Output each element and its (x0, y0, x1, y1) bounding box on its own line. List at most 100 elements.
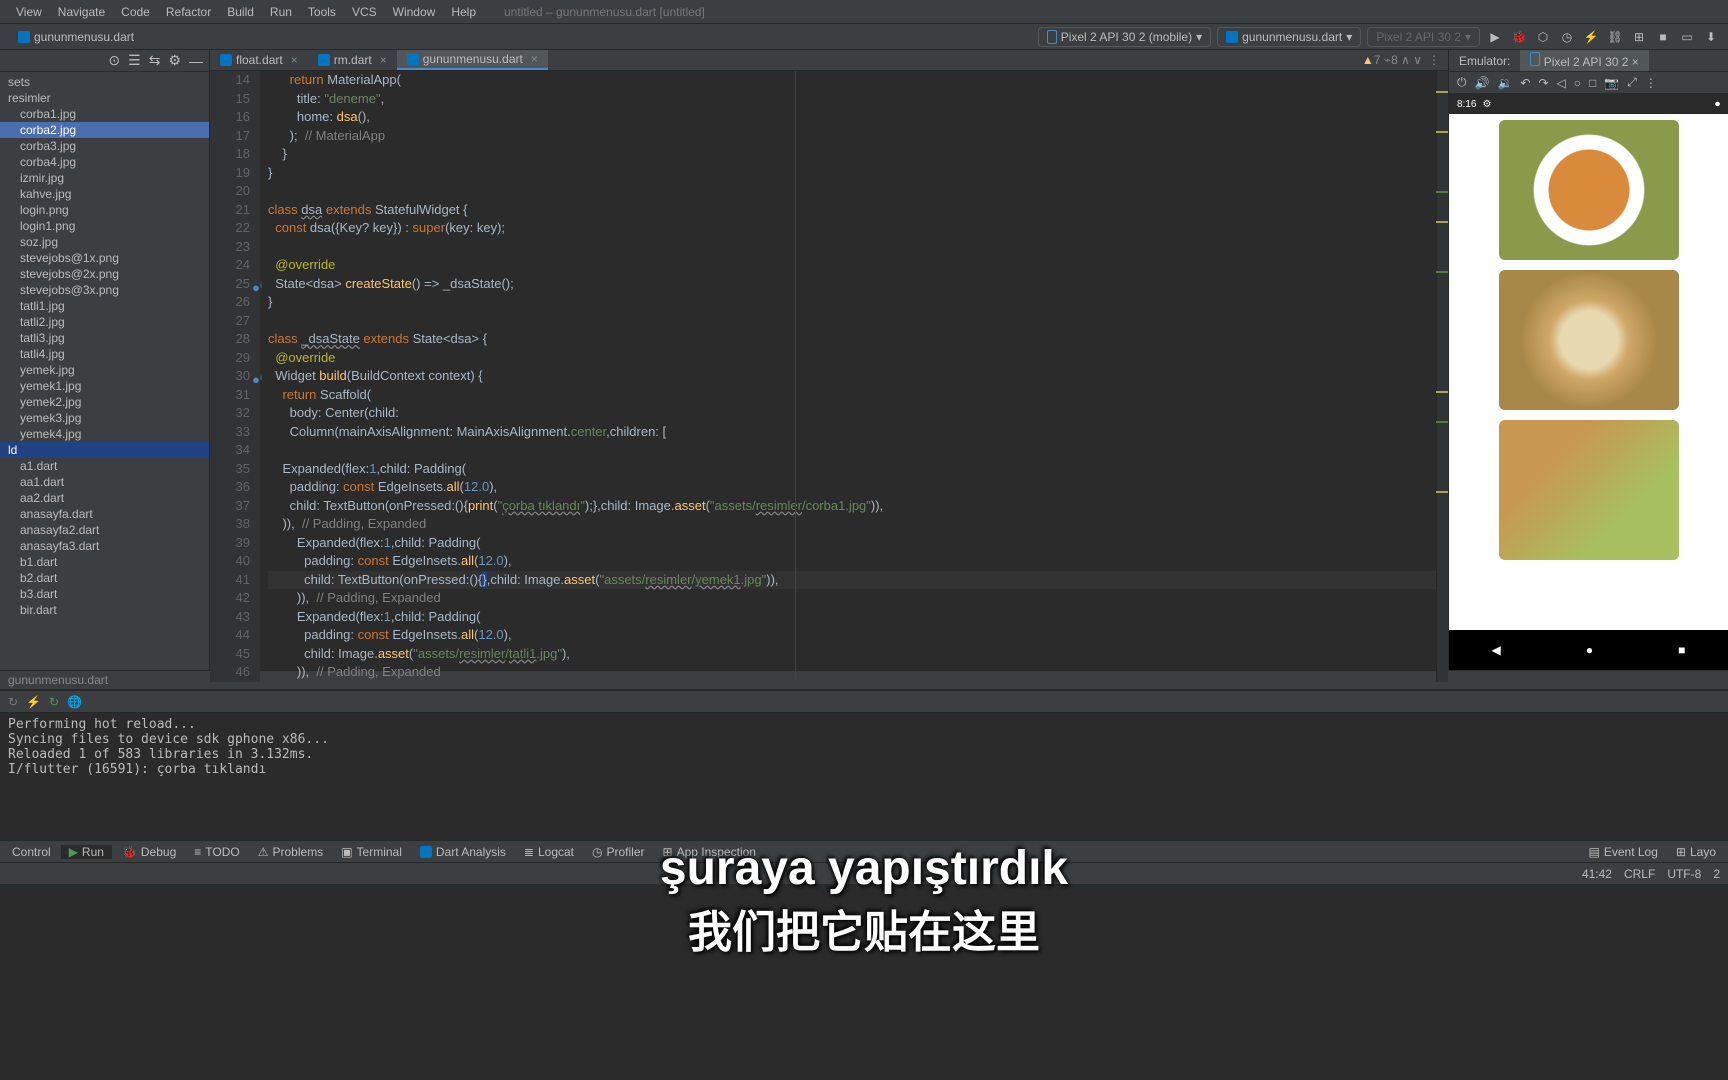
tab-terminal[interactable]: ▣Terminal (333, 845, 410, 859)
expand-icon[interactable]: ☰ (128, 52, 141, 69)
tree-file[interactable]: login1.png (0, 218, 209, 234)
zoom-icon[interactable]: ⤢ (1627, 75, 1637, 90)
android-home-icon[interactable]: ● (1586, 643, 1593, 657)
tree-file[interactable]: b1.dart (0, 554, 209, 570)
profile-icon[interactable]: ◷ (1558, 28, 1576, 46)
tree-file[interactable]: stevejobs@1x.png (0, 250, 209, 266)
tree-file[interactable]: anasayfa.dart (0, 506, 209, 522)
breadcrumb[interactable]: gununmenusu.dart (8, 673, 108, 687)
back-icon[interactable]: ◁ (1557, 76, 1566, 90)
collapse-icon[interactable]: ⇆ (149, 52, 161, 69)
tab-run[interactable]: ▶Run (61, 845, 112, 859)
screenshot-icon[interactable]: 📷 (1604, 76, 1619, 90)
tree-file[interactable]: login.png (0, 202, 209, 218)
stop-icon[interactable]: ■ (1654, 28, 1672, 46)
error-stripe[interactable] (1436, 71, 1448, 682)
indent[interactable]: 2 (1713, 867, 1720, 881)
sdk-icon[interactable]: ⬇ (1702, 28, 1720, 46)
tree-file[interactable]: bir.dart (0, 602, 209, 618)
tree-file[interactable]: yemek2.jpg (0, 394, 209, 410)
menu-view[interactable]: View (8, 5, 50, 19)
tree-file[interactable]: tatli4.jpg (0, 346, 209, 362)
restart-icon[interactable]: ↻ (8, 695, 18, 709)
device-screen[interactable] (1449, 114, 1728, 630)
flutter-inspector-icon[interactable]: ⊞ (1630, 28, 1648, 46)
menu-help[interactable]: Help (443, 5, 484, 19)
editor-body[interactable]: 141516171819202122232425●ⁱ2627282930●ⁱ31… (210, 71, 1448, 682)
tree-file[interactable]: stevejobs@3x.png (0, 282, 209, 298)
coverage-icon[interactable]: ⬡ (1534, 28, 1552, 46)
tree-file[interactable]: tatli2.jpg (0, 314, 209, 330)
tab-profiler[interactable]: ◷Profiler (584, 845, 653, 859)
file-encoding[interactable]: UTF-8 (1667, 867, 1701, 881)
tab-dart-analysis[interactable]: Dart Analysis (412, 845, 514, 859)
tab-event-log[interactable]: ▤Event Log (1581, 845, 1666, 859)
tree-folder[interactable]: ld (0, 442, 209, 458)
tree-file[interactable]: b3.dart (0, 586, 209, 602)
android-overview-icon[interactable]: ■ (1678, 643, 1685, 657)
debug-icon[interactable]: 🐞 (1510, 28, 1528, 46)
close-icon[interactable]: × (291, 53, 298, 67)
tree-file[interactable]: yemek3.jpg (0, 410, 209, 426)
tree-file[interactable]: corba1.jpg (0, 106, 209, 122)
close-icon[interactable]: × (531, 52, 538, 66)
tree-file[interactable]: yemek1.jpg (0, 378, 209, 394)
avd-icon[interactable]: ▭ (1678, 28, 1696, 46)
home-icon[interactable]: ○ (1574, 76, 1581, 90)
tatli-image[interactable] (1499, 420, 1679, 560)
run-console[interactable]: Performing hot reload... Syncing files t… (0, 713, 1728, 840)
tab-logcat[interactable]: ≣Logcat (516, 845, 582, 859)
volume-down-icon[interactable]: 🔉 (1497, 76, 1512, 90)
menu-window[interactable]: Window (385, 5, 444, 19)
tab-todo[interactable]: ≡TODO (186, 845, 247, 859)
menu-vcs[interactable]: VCS (344, 5, 385, 19)
code-area[interactable]: return MaterialApp( title: "deneme", hom… (260, 71, 1448, 682)
tree-folder[interactable]: resimler (0, 90, 209, 106)
tree-file[interactable]: yemek.jpg (0, 362, 209, 378)
line-separator[interactable]: CRLF (1624, 867, 1655, 881)
device-selector[interactable]: Pixel 2 API 30 2 (mobile) ▾ (1038, 27, 1211, 47)
tree-file[interactable]: yemek4.jpg (0, 426, 209, 442)
menu-tools[interactable]: Tools (300, 5, 344, 19)
tree-folder[interactable]: sets (0, 74, 209, 90)
hot-reload-icon[interactable]: ⚡ (1582, 28, 1600, 46)
open-devtools-icon[interactable]: 🌐 (67, 695, 82, 709)
tree-file[interactable]: corba4.jpg (0, 154, 209, 170)
target-selector[interactable]: Pixel 2 API 30 2 ▾ (1367, 27, 1480, 47)
tab-float[interactable]: float.dart× (210, 51, 308, 69)
menu-build[interactable]: Build (219, 5, 262, 19)
tree-file[interactable]: tatli3.jpg (0, 330, 209, 346)
run-config-selector[interactable]: gununmenusu.dart ▾ (1217, 27, 1361, 47)
menu-code[interactable]: Code (113, 5, 158, 19)
gutter[interactable]: 141516171819202122232425●ⁱ2627282930●ⁱ31… (210, 71, 260, 682)
inspections-widget[interactable]: ▲7 ⌁8 ∧ ∨ (1362, 53, 1422, 67)
corba-image[interactable] (1499, 120, 1679, 260)
tree-file[interactable]: a1.dart (0, 458, 209, 474)
volume-up-icon[interactable]: 🔊 (1475, 76, 1490, 90)
tree-file[interactable]: izmir.jpg (0, 170, 209, 186)
rotate-left-icon[interactable]: ↶ (1520, 76, 1530, 90)
select-opened-icon[interactable]: ⊙ (108, 52, 120, 69)
more-icon[interactable]: ⋮ (1428, 53, 1440, 67)
rotate-right-icon[interactable]: ↷ (1538, 76, 1548, 90)
settings-icon[interactable]: ⚙ (168, 52, 181, 69)
nav-tab[interactable]: gununmenusu.dart (8, 28, 144, 46)
tree-file[interactable]: aa1.dart (0, 474, 209, 490)
attach-icon[interactable]: ⛓ (1606, 28, 1624, 46)
tree-file[interactable]: anasayfa3.dart (0, 538, 209, 554)
tab-problems[interactable]: ⚠Problems (250, 845, 331, 859)
menu-refactor[interactable]: Refactor (158, 5, 219, 19)
project-tree[interactable]: setsresimlercorba1.jpgcorba2.jpgcorba3.j… (0, 72, 209, 670)
android-back-icon[interactable]: ◀ (1492, 643, 1501, 657)
close-icon[interactable]: × (1632, 55, 1639, 69)
menu-navigate[interactable]: Navigate (50, 5, 113, 19)
cursor-position[interactable]: 41:42 (1582, 867, 1612, 881)
more-icon[interactable]: ⋮ (1645, 76, 1657, 90)
run-icon[interactable]: ▶ (1486, 28, 1504, 46)
overview-icon[interactable]: □ (1589, 76, 1596, 90)
menu-run[interactable]: Run (262, 5, 300, 19)
tab-gununmenusu[interactable]: gununmenusu.dart× (397, 50, 548, 70)
tree-file[interactable]: soz.jpg (0, 234, 209, 250)
hide-icon[interactable]: — (189, 53, 203, 69)
tree-file[interactable]: kahve.jpg (0, 186, 209, 202)
